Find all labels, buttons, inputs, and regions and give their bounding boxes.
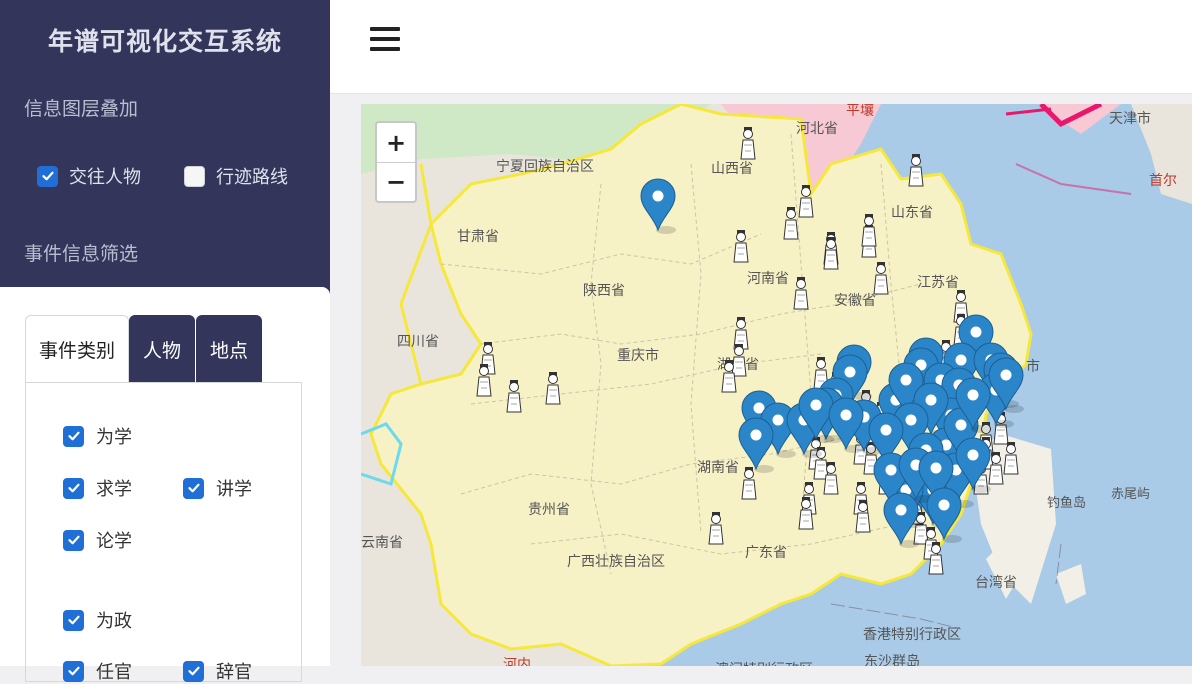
map-label: 东沙群岛 (864, 654, 920, 666)
checkbox-unchecked-icon[interactable] (184, 165, 205, 187)
map-label: 湖北省 (717, 357, 759, 373)
checkbox-checked-icon[interactable] (183, 477, 204, 499)
tab-event-category[interactable]: 事件类别 (25, 315, 129, 383)
map-label: 广西壮族自治区 (567, 554, 665, 570)
category-discuss[interactable]: 论学 (63, 527, 132, 553)
category-resign-office[interactable]: 辞官 (183, 658, 252, 684)
layer-option-routes[interactable]: 行迹路线 (184, 163, 288, 189)
checkbox-checked-icon[interactable] (37, 165, 58, 187)
map-label: 赤尾屿 (1111, 487, 1151, 502)
map-label: 河内 (503, 657, 531, 666)
map-base (361, 104, 1192, 666)
checkbox-checked-icon[interactable] (183, 660, 204, 682)
category-label: 论学 (96, 531, 132, 552)
map-label: 台湾省 (975, 575, 1017, 591)
map-label: 澳门特别行政区 (715, 659, 813, 666)
map-label: 天津市 (1109, 111, 1151, 127)
hamburger-menu-icon[interactable] (370, 27, 402, 51)
filter-tabs: 事件类别 人物 地点 (25, 315, 262, 383)
checkbox-checked-icon[interactable] (63, 425, 84, 447)
checkbox-checked-icon[interactable] (63, 609, 84, 631)
category-label: 为学 (96, 427, 132, 448)
filter-panel: 事件类别 人物 地点 为学 求学 讲学 论学 为政 任官 辞官 (0, 287, 330, 683)
category-group-study[interactable]: 为学 (63, 423, 132, 449)
filter-section-title: 事件信息筛选 (24, 243, 139, 265)
map-label: 市 (1026, 359, 1040, 375)
tab-content: 为学 求学 讲学 论学 为政 任官 辞官 (25, 382, 302, 684)
map-label: 陕西省 (583, 283, 625, 299)
map-label: 重庆市 (617, 348, 659, 364)
map-label: 四川省 (397, 334, 439, 350)
map-label: 甘肃省 (457, 229, 499, 245)
checkbox-checked-icon[interactable] (63, 529, 84, 551)
layer-option-label: 行迹路线 (216, 167, 288, 188)
map-label: 河南省 (747, 271, 789, 287)
map-label: 平壤 (846, 104, 874, 119)
layer-option-contacts[interactable]: 交往人物 (37, 163, 141, 189)
map-label: 山西省 (711, 161, 753, 177)
category-label: 求学 (96, 479, 132, 500)
zoom-in-button[interactable]: + (377, 123, 415, 162)
app-title: 年谱可视化交互系统 (47, 27, 282, 56)
map-view[interactable]: + − 河北省宁夏回族自治区 山西省山东省甘肃省河南省 江苏省陕西省安徽省四川省重庆… (361, 104, 1192, 666)
category-label: 讲学 (216, 479, 252, 500)
map-label: 钓鱼岛 (1047, 496, 1087, 511)
map-label: 山东省 (891, 205, 933, 221)
sidebar: 年谱可视化交互系统 信息图层叠加 交往人物 行迹路线 事件信息筛选 事件类别 人… (0, 0, 330, 683)
category-group-politics[interactable]: 为政 (63, 607, 132, 633)
top-bar (330, 0, 1192, 94)
map-label: 贵州省 (528, 502, 570, 518)
checkbox-checked-icon[interactable] (63, 660, 84, 682)
category-label: 辞官 (216, 662, 252, 683)
layers-section-title: 信息图层叠加 (24, 98, 139, 120)
category-seek-study[interactable]: 求学 (63, 475, 132, 501)
map-label: 宁夏回族自治区 (496, 159, 594, 175)
layer-option-label: 交往人物 (69, 167, 141, 188)
map-label: 首尔 (1149, 173, 1177, 189)
map-label: 安徽省 (834, 293, 876, 309)
map-label: 河北省 (796, 121, 838, 137)
map-label: 广东省 (745, 545, 787, 561)
tab-location[interactable]: 地点 (196, 315, 262, 383)
category-take-office[interactable]: 任官 (63, 658, 132, 684)
map-label: 云南省 (361, 535, 403, 551)
checkbox-checked-icon[interactable] (63, 477, 84, 499)
map-label: 香港特别行政区 (863, 627, 961, 643)
tab-person[interactable]: 人物 (129, 315, 195, 383)
category-lecture[interactable]: 讲学 (183, 475, 252, 501)
category-label: 任官 (96, 662, 132, 683)
category-label: 为政 (96, 611, 132, 632)
zoom-control: + − (375, 121, 417, 203)
zoom-out-button[interactable]: − (377, 162, 415, 201)
map-label: 江苏省 (917, 275, 959, 291)
map-label: 湖南省 (697, 460, 739, 476)
